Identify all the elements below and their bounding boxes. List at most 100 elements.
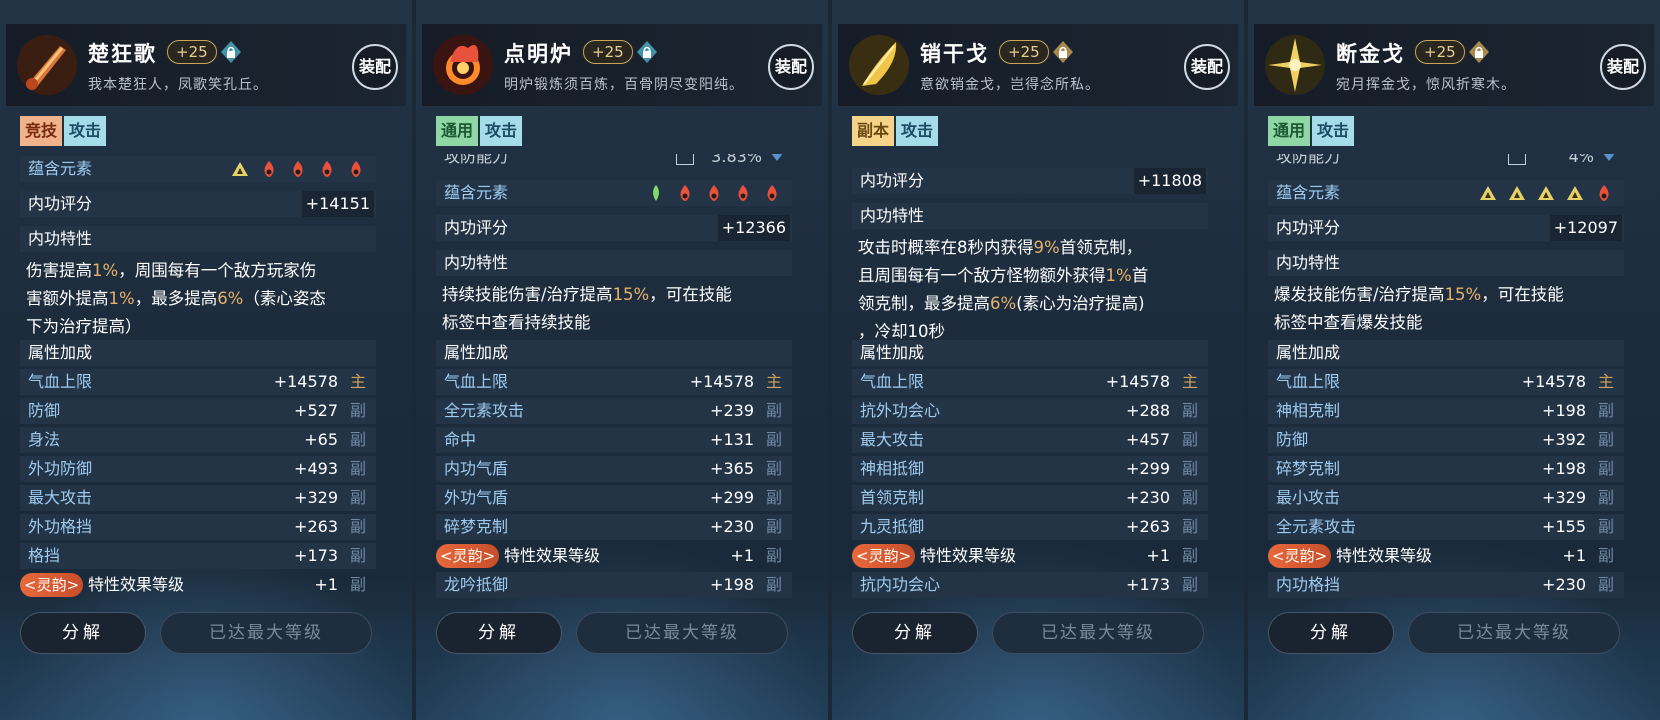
sub-stat-icon: 副 [765, 401, 782, 420]
equip-button[interactable]: 装配 [352, 44, 398, 90]
attack-defense-label: 攻防能力 [1276, 154, 1341, 166]
item-description: 我本楚狂人，凤歌笑孔丘。 [88, 77, 268, 93]
attr-value: +230 [1542, 575, 1586, 594]
attr-name: 内功气盾 [444, 459, 509, 478]
attack-defense-value: 3.83% [711, 154, 762, 166]
feather-blade-icon[interactable] [846, 32, 912, 98]
attr-value: +155 [1542, 517, 1586, 536]
attr-name: 龙吟抵御 [444, 575, 509, 594]
trait-text-segment: 1% [108, 289, 135, 308]
score-value: +11808 [1133, 168, 1206, 194]
fire-ring-icon[interactable] [430, 32, 496, 98]
fire-element-icon [704, 183, 724, 211]
tag-list: 副本 攻击 [852, 116, 939, 146]
elements-label: 蕴含元素 [444, 183, 509, 202]
trait-text-line: 攻击时概率在8秒内获得9%首领克制， [852, 235, 1208, 261]
trait-text-segment: 且周围每有一个敌方怪物额外获得 [858, 266, 1106, 285]
score-row: 内功评分 +12097 [1268, 215, 1624, 241]
elements-label: 蕴含元素 [1276, 183, 1341, 202]
attr-row: 全元素攻击 +239 副 [436, 398, 792, 424]
attr-value: +14578 [689, 372, 754, 391]
attr-row: 外功防御 +493 副 [20, 456, 376, 482]
main-stat-icon: 主 [1597, 372, 1614, 391]
trait-text-segment: 持续技能伤害/治疗提高 [442, 285, 613, 304]
decompose-button[interactable]: 分解 [436, 612, 562, 654]
attr-name: 防御 [1276, 430, 1309, 449]
attack-defense-row-partial: 攻防能力 4% [1268, 154, 1624, 168]
category-tag: 攻击 [64, 116, 107, 146]
trait-text-segment: ，最多提高 [134, 289, 218, 308]
ling-tag: <灵韵> [20, 573, 84, 597]
attr-label: 属性加成 [444, 343, 509, 362]
attr-name: 格挡 [28, 546, 61, 565]
category-tag: 通用 [1268, 116, 1311, 146]
attr-row: 最大攻击 +329 副 [20, 485, 376, 511]
item-name: 断金戈 [1336, 42, 1405, 66]
equip-button[interactable]: 装配 [1600, 44, 1646, 90]
trait-text-line: 标签中查看持续技能 [436, 310, 792, 336]
attr-value: +299 [710, 488, 754, 507]
attr-name: 最小攻击 [1276, 488, 1341, 507]
item-description: 宛月挥金戈，惊风折寒木。 [1336, 77, 1516, 93]
trait-header-row: 内功特性 [436, 250, 792, 276]
wood-element-icon [646, 183, 666, 211]
item-description: 明炉锻炼须百炼，百骨阴尽变阳纯。 [504, 77, 744, 93]
ling-label: 特性效果等级 [88, 575, 185, 594]
sword-icon[interactable] [14, 32, 80, 98]
attr-row: 神相抵御 +299 副 [852, 456, 1208, 482]
earth-element-icon [1478, 183, 1498, 211]
decompose-button[interactable]: 分解 [1268, 612, 1394, 654]
decompose-button[interactable]: 分解 [852, 612, 978, 654]
lock-icon[interactable] [635, 40, 659, 64]
attr-row: 气血上限 +14578 主 [852, 369, 1208, 395]
attr-value: +263 [1126, 517, 1170, 536]
attr-label: 属性加成 [28, 343, 93, 362]
attr-name: 抗内功会心 [860, 575, 941, 594]
fire-element-icon [346, 159, 366, 187]
element-icons [646, 183, 782, 211]
attr-row: 抗内功会心 +173 副 [852, 572, 1208, 598]
sub-stat-icon: 副 [1181, 488, 1198, 507]
decompose-button[interactable]: 分解 [20, 612, 146, 654]
attr-name: 外功气盾 [444, 488, 509, 507]
ling-tag: <灵韵> [1268, 544, 1332, 568]
elements-row: 蕴含元素 [1268, 180, 1624, 206]
equip-button[interactable]: 装配 [1184, 44, 1230, 90]
equip-button[interactable]: 装配 [768, 44, 814, 90]
attr-value: +527 [294, 401, 338, 420]
trait-text-line: 且周围每有一个敌方怪物额外获得1%首 [852, 263, 1208, 289]
sub-stat-icon: 副 [1597, 401, 1614, 420]
score-row: 内功评分 +12366 [436, 215, 792, 241]
attack-defense-value: 4% [1568, 154, 1594, 166]
lock-icon[interactable] [219, 40, 243, 64]
tag-list: 通用 攻击 [436, 116, 523, 146]
trait-text-line: 伤害提高1%，周围每有一个敌方玩家伤 [20, 258, 376, 284]
sub-stat-icon: 副 [765, 517, 782, 536]
sub-stat-icon: 副 [349, 517, 366, 536]
attr-name: 气血上限 [444, 372, 509, 391]
trait-text-segment: ，可在技能 [649, 285, 732, 304]
attr-value: +14578 [1105, 372, 1170, 391]
trait-text-segment: 6% [990, 294, 1017, 313]
arrow-down-icon [1602, 154, 1616, 161]
attr-row: 最小攻击 +329 副 [1268, 485, 1624, 511]
fire-element-icon [733, 183, 753, 211]
trait-text-segment: 9% [1033, 238, 1060, 257]
trait-text-line: 持续技能伤害/治疗提高15%，可在技能 [436, 282, 792, 308]
sub-stat-icon: 副 [1181, 546, 1198, 565]
attr-name: 身法 [28, 430, 61, 449]
max-level-button: 已达最大等级 [576, 612, 788, 654]
score-label: 内功评分 [444, 218, 509, 237]
inner-skill-panels: 楚狂歌 +25 我本楚狂人，凤歌笑孔丘。 装配 竞技 攻击 蕴含元素 内功评分 +14151 内功… [0, 0, 1660, 720]
lock-icon[interactable] [1051, 40, 1075, 64]
trait-text-segment: 1% [92, 261, 119, 280]
lock-icon[interactable] [1467, 40, 1491, 64]
trait-label: 内功特性 [860, 206, 925, 225]
fire-element-icon [675, 183, 695, 211]
skill-panel: 销干戈 +25 意欲销金戈，岂得念所私。 装配 副本 攻击 内功评分 +11808 内功特性 攻击… [832, 0, 1244, 720]
score-label: 内功评分 [28, 194, 93, 213]
attr-value: +239 [710, 401, 754, 420]
spear-icon[interactable] [1262, 32, 1328, 98]
attr-row: 气血上限 +14578 主 [436, 369, 792, 395]
attr-value: +299 [1126, 459, 1170, 478]
